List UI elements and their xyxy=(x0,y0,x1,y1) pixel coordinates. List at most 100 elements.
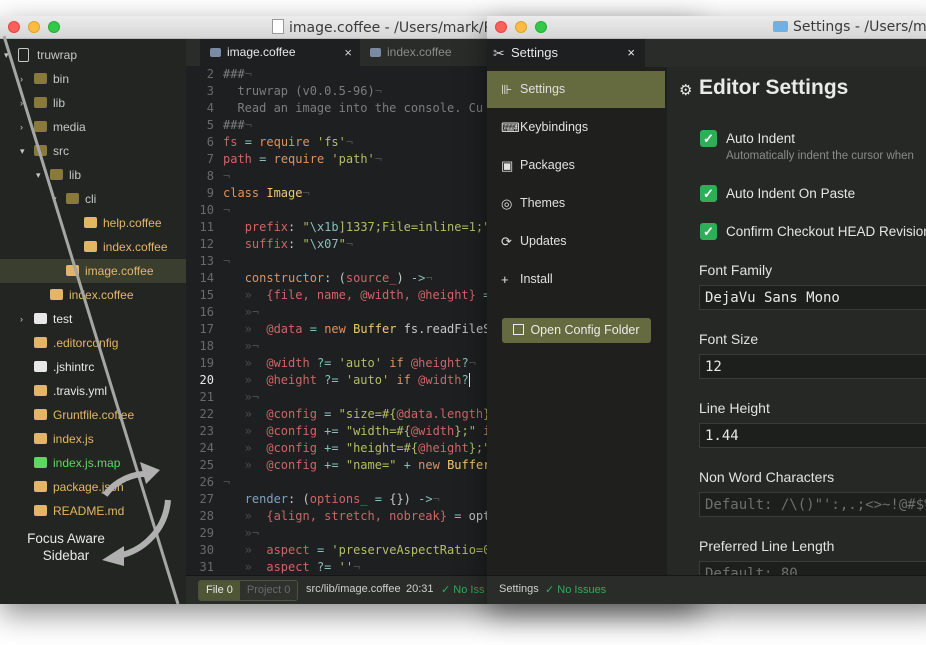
line-number: 6 xyxy=(206,135,214,149)
auto-indent-on-paste-checkbox[interactable]: ✓ xyxy=(700,185,717,202)
field-label: Non Word Characters xyxy=(699,469,835,485)
chevron-down-icon[interactable]: ▾ xyxy=(52,187,57,211)
close-tab-icon[interactable]: × xyxy=(344,39,352,66)
minimize-window-button[interactable] xyxy=(515,21,527,33)
tree-item[interactable]: › test xyxy=(0,307,186,331)
file-path[interactable]: src/lib/image.coffee xyxy=(306,583,401,595)
font-size-input[interactable]: 12 xyxy=(699,354,926,379)
tree-item[interactable]: Gruntfile.coffee xyxy=(0,403,186,427)
tab-settings[interactable]: ✂ Settings × xyxy=(487,39,645,67)
tree-item[interactable]: › bin xyxy=(0,67,186,91)
code-line: »¬ xyxy=(223,526,260,540)
tree-item[interactable]: ▾ cli xyxy=(0,187,186,211)
tree-item[interactable]: ▾ lib xyxy=(0,163,186,187)
code-line: » @height ?= 'auto' if @width? xyxy=(223,373,470,387)
linter-status[interactable]: ✓ No Issues xyxy=(545,583,606,596)
nav-updates[interactable]: ⟳ Updates xyxy=(487,223,665,260)
code-line: »¬ xyxy=(223,305,260,319)
project-issues-button[interactable]: Project 0 xyxy=(239,581,298,600)
nav-settings[interactable]: ⊪ Settings xyxy=(487,71,665,108)
tree-item-label: image.coffee xyxy=(85,264,154,278)
tree-item[interactable]: ▾ src xyxy=(0,139,186,163)
linter-status[interactable]: ✓ No Iss xyxy=(441,583,484,596)
code-line: » @config = "size=#{@data.length}; xyxy=(223,407,498,421)
nav-label: Install xyxy=(520,272,553,286)
settings-status-bar: Settings ✓ No Issues xyxy=(487,575,926,604)
close-tab-icon[interactable]: × xyxy=(627,39,635,67)
close-window-button[interactable] xyxy=(495,21,507,33)
chevron-right-icon[interactable]: › xyxy=(20,91,23,115)
folder-icon xyxy=(34,73,47,84)
zoom-window-button[interactable] xyxy=(535,21,547,33)
code-line: class Image¬ xyxy=(223,186,310,200)
zoom-window-button[interactable] xyxy=(48,21,60,33)
tree-item[interactable]: index.coffee xyxy=(0,283,186,307)
tree-item[interactable]: index.js xyxy=(0,427,186,451)
code-line: »¬ xyxy=(223,390,260,404)
tree-item-label: lib xyxy=(69,168,82,182)
chevron-right-icon[interactable]: › xyxy=(20,307,23,331)
tree-item[interactable]: index.coffee xyxy=(0,235,186,259)
confirm-checkout-checkbox[interactable]: ✓ xyxy=(700,223,717,240)
tab-image-coffee[interactable]: image.coffee × xyxy=(200,39,360,66)
line-number: 5 xyxy=(206,118,214,132)
tree-item-label: package.json xyxy=(53,480,124,494)
line-number: 25 xyxy=(199,458,214,472)
tree-item[interactable]: .jshintrc xyxy=(0,355,186,379)
tree-item[interactable]: README.md xyxy=(0,499,186,523)
line-number: 21 xyxy=(199,390,214,404)
auto-indent-checkbox[interactable]: ✓ xyxy=(700,130,717,147)
tree-item[interactable]: help.coffee xyxy=(0,211,186,235)
code-line: truwrap (v0.0.5-96)¬ xyxy=(223,84,382,98)
tree-item[interactable]: package.json xyxy=(0,475,186,499)
repo-icon xyxy=(18,48,29,62)
cursor-position[interactable]: 20:31 xyxy=(406,583,434,595)
tree-item[interactable]: › media xyxy=(0,115,186,139)
nav-keybindings[interactable]: ⌨ Keybindings xyxy=(487,109,665,146)
line-number: 23 xyxy=(199,424,214,438)
tree-item[interactable]: ▾ truwrap xyxy=(0,43,186,67)
tree-item-label: truwrap xyxy=(37,48,78,62)
line-number: 17 xyxy=(199,322,214,336)
tree-item[interactable]: image.coffee xyxy=(0,259,186,283)
code-line: » {file, name, @width, @height} = xyxy=(223,288,491,302)
file-icon xyxy=(210,48,221,57)
nav-packages[interactable]: ▣ Packages xyxy=(487,147,665,184)
line-number: 27 xyxy=(199,492,214,506)
chevron-right-icon[interactable]: › xyxy=(20,67,23,91)
keyboard-icon: ⌨ xyxy=(501,120,520,135)
gear-icon xyxy=(34,361,47,372)
non-word-characters-input[interactable]: Default: /\()"':,.;<>~!@#$% xyxy=(699,492,926,517)
file-issues-button[interactable]: File 0 xyxy=(199,581,240,600)
tree-item[interactable]: .editorconfig xyxy=(0,331,186,355)
panel-title: Editor Settings xyxy=(699,76,849,99)
code-line: ###¬ xyxy=(223,118,252,132)
chevron-down-icon[interactable]: ▾ xyxy=(36,163,41,187)
tab-index-coffee[interactable]: index.coffee xyxy=(360,39,500,66)
chevron-right-icon[interactable]: › xyxy=(20,115,23,139)
chevron-down-icon[interactable]: ▾ xyxy=(20,139,25,163)
tree-item-label: media xyxy=(53,120,86,134)
sliders-icon: ⊪ xyxy=(501,82,513,97)
line-number: 31 xyxy=(199,560,214,574)
file-icon xyxy=(34,433,47,444)
open-config-folder-button[interactable]: Open Config Folder xyxy=(502,318,651,343)
nav-install[interactable]: + Install xyxy=(487,261,665,298)
tree-item[interactable]: .travis.yml xyxy=(0,379,186,403)
nav-label: Keybindings xyxy=(520,120,589,134)
line-height-input[interactable]: 1.44 xyxy=(699,423,926,448)
file-icon xyxy=(34,385,47,396)
code-line: » aspect = 'preserveAspectRatio=0; xyxy=(223,543,498,557)
nav-themes[interactable]: ◎ Themes xyxy=(487,185,665,222)
file-icon xyxy=(34,505,47,516)
chevron-down-icon[interactable]: ▾ xyxy=(4,43,9,67)
gear-icon xyxy=(34,337,47,348)
tree-item[interactable]: › lib xyxy=(0,91,186,115)
line-number: 13 xyxy=(199,254,214,268)
font-family-input[interactable]: DejaVu Sans Mono xyxy=(699,285,926,310)
tree-item[interactable]: index.js.map xyxy=(0,451,186,475)
checkbox-label: Auto Indent xyxy=(726,131,796,146)
minimize-window-button[interactable] xyxy=(28,21,40,33)
line-number: 16 xyxy=(199,305,214,319)
close-window-button[interactable] xyxy=(8,21,20,33)
